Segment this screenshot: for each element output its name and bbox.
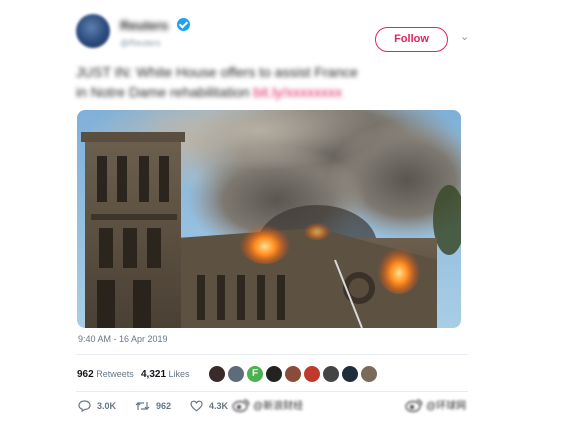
heart-icon [190,400,203,412]
likes-count: 4,321 [141,369,167,380]
avatar-3-letter[interactable]: F [246,365,264,383]
avatar-2[interactable] [227,365,245,383]
author-handle[interactable]: @Reuters [120,38,190,48]
divider [76,391,468,392]
avatar-7[interactable] [322,365,340,383]
retweets-count: 962 [77,369,94,380]
retweet-count: 962 [156,401,172,411]
tweet-timestamp[interactable]: 9:40 AM - 16 Apr 2019 [78,334,168,344]
avatar-6[interactable] [303,365,321,383]
verified-badge-icon [176,18,190,31]
reply-action[interactable]: 3.0K [78,400,116,412]
divider [76,354,468,355]
tweet-text-line-2-body: in Notre Dame rehabilitation [76,84,250,100]
tweet-text: JUST IN: White House offers to assist Fr… [76,62,466,106]
notre-dame-fire-image [77,110,461,328]
author-display-name[interactable]: Reuters [120,18,168,33]
reply-count: 3.0K [97,401,117,411]
chevron-down-icon[interactable]: ⌄ [460,30,469,44]
like-action[interactable]: 4.3K [190,400,228,412]
reply-icon [78,400,91,412]
avatar-1[interactable] [208,365,226,383]
follow-button[interactable]: Follow [375,27,448,52]
tweet-stats: 962 Retweets 4,321 Likes F [77,361,467,385]
author-name-block[interactable]: Reuters @Reuters [120,17,190,51]
retweet-action[interactable]: 962 [135,400,171,412]
like-count: 4.3K [209,401,229,411]
avatar-8[interactable] [341,365,359,383]
tweet-text-line-2: in Notre Dame rehabilitation bit.ly/xxxx… [76,82,466,102]
tweet-text-line-1: JUST IN: White House offers to assist Fr… [76,64,358,80]
tweet-card: Reuters @Reuters Follow ⌄ JUST IN: White… [66,4,474,434]
retweets-stat[interactable]: 962 Retweets [77,369,134,380]
avatar-4[interactable] [265,365,283,383]
watermark-left: @新浪财经 [232,397,303,412]
likes-stat[interactable]: 4,321 Likes [141,369,190,380]
tweet-photo[interactable] [77,110,461,328]
watermark-right: @环球网 [405,397,466,412]
avatar-5[interactable] [284,365,302,383]
retweets-label: Retweets [96,369,134,379]
likes-label: Likes [168,369,190,379]
tweet-header: Reuters @Reuters Follow ⌄ [76,14,469,54]
author-avatar[interactable] [76,14,110,48]
tweet-link[interactable]: bit.ly/xxxxxxxx [253,84,342,100]
watermark-left-text: @新浪财经 [253,401,304,412]
retweet-icon [135,402,150,410]
weibo-logo-icon [232,398,250,412]
avatar-9[interactable] [360,365,378,383]
watermark-right-text: @环球网 [426,401,467,412]
weibo-logo-icon [405,398,423,412]
